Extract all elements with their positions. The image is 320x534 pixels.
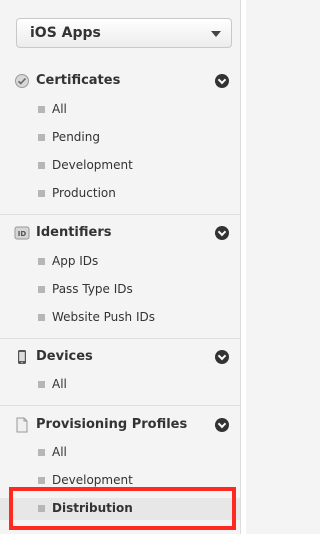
- sidebar-item-label: All: [52, 102, 67, 116]
- platform-selector-label: iOS Apps: [30, 25, 101, 41]
- divider: [0, 338, 240, 339]
- bullet-icon: [38, 381, 45, 388]
- sidebar-item-profiles-all[interactable]: All: [0, 442, 240, 464]
- section-provisioning-profiles[interactable]: Provisioning Profiles: [0, 414, 240, 438]
- sidebar-item-label: Production: [52, 186, 116, 200]
- section-title: Devices: [36, 349, 93, 364]
- sidebar-item-label: App IDs: [52, 254, 99, 268]
- sidebar-item-label: Pending: [52, 130, 100, 144]
- sidebar-item-certificates-pending[interactable]: Pending: [0, 127, 240, 149]
- selection-highlight-box: [9, 487, 236, 530]
- chevron-down-icon[interactable]: [215, 226, 229, 240]
- document-icon: [16, 417, 28, 433]
- id-badge-icon: ID: [14, 226, 30, 240]
- bullet-icon: [38, 314, 45, 321]
- device-icon: [18, 350, 26, 364]
- bullet-icon: [38, 477, 45, 484]
- section-title: Provisioning Profiles: [36, 417, 188, 432]
- section-certificates[interactable]: Certificates: [0, 70, 240, 94]
- id-badge-text: ID: [18, 230, 27, 238]
- sidebar-item-certificates-all[interactable]: All: [0, 99, 240, 121]
- bullet-icon: [38, 258, 45, 265]
- sidebar-item-pass-type-ids[interactable]: Pass Type IDs: [0, 279, 240, 301]
- bullet-icon: [38, 286, 45, 293]
- bullet-icon: [38, 106, 45, 113]
- platform-selector[interactable]: iOS Apps: [16, 18, 232, 48]
- sidebar-item-label: Pass Type IDs: [52, 282, 133, 296]
- bullet-icon: [38, 449, 45, 456]
- dropdown-caret-icon: [211, 31, 221, 37]
- section-identifiers[interactable]: ID Identifiers: [0, 222, 240, 246]
- sidebar-item-label: All: [52, 377, 67, 391]
- bullet-icon: [38, 162, 45, 169]
- sidebar-item-devices-all[interactable]: All: [0, 374, 240, 396]
- certificate-icon: [15, 74, 29, 88]
- chevron-down-icon[interactable]: [215, 350, 229, 364]
- divider: [0, 214, 240, 215]
- bullet-icon: [38, 134, 45, 141]
- divider: [0, 405, 240, 406]
- chevron-down-icon[interactable]: [215, 74, 229, 88]
- sidebar-item-label: All: [52, 445, 67, 459]
- bullet-icon: [38, 190, 45, 197]
- chevron-down-icon[interactable]: [215, 418, 229, 432]
- content-edge: [241, 0, 246, 534]
- sidebar: iOS Apps Certificates All Pending Develo…: [0, 0, 241, 534]
- sidebar-item-certificates-development[interactable]: Development: [0, 155, 240, 177]
- sidebar-item-app-ids[interactable]: App IDs: [0, 251, 240, 273]
- sidebar-item-certificates-production[interactable]: Production: [0, 183, 240, 205]
- section-devices[interactable]: Devices: [0, 346, 240, 370]
- sidebar-item-website-push-ids[interactable]: Website Push IDs: [0, 307, 240, 329]
- sidebar-item-label: Development: [52, 158, 133, 172]
- sidebar-item-label: Development: [52, 473, 133, 487]
- sidebar-item-label: Website Push IDs: [52, 310, 155, 324]
- section-title: Identifiers: [36, 225, 112, 240]
- section-title: Certificates: [36, 73, 121, 88]
